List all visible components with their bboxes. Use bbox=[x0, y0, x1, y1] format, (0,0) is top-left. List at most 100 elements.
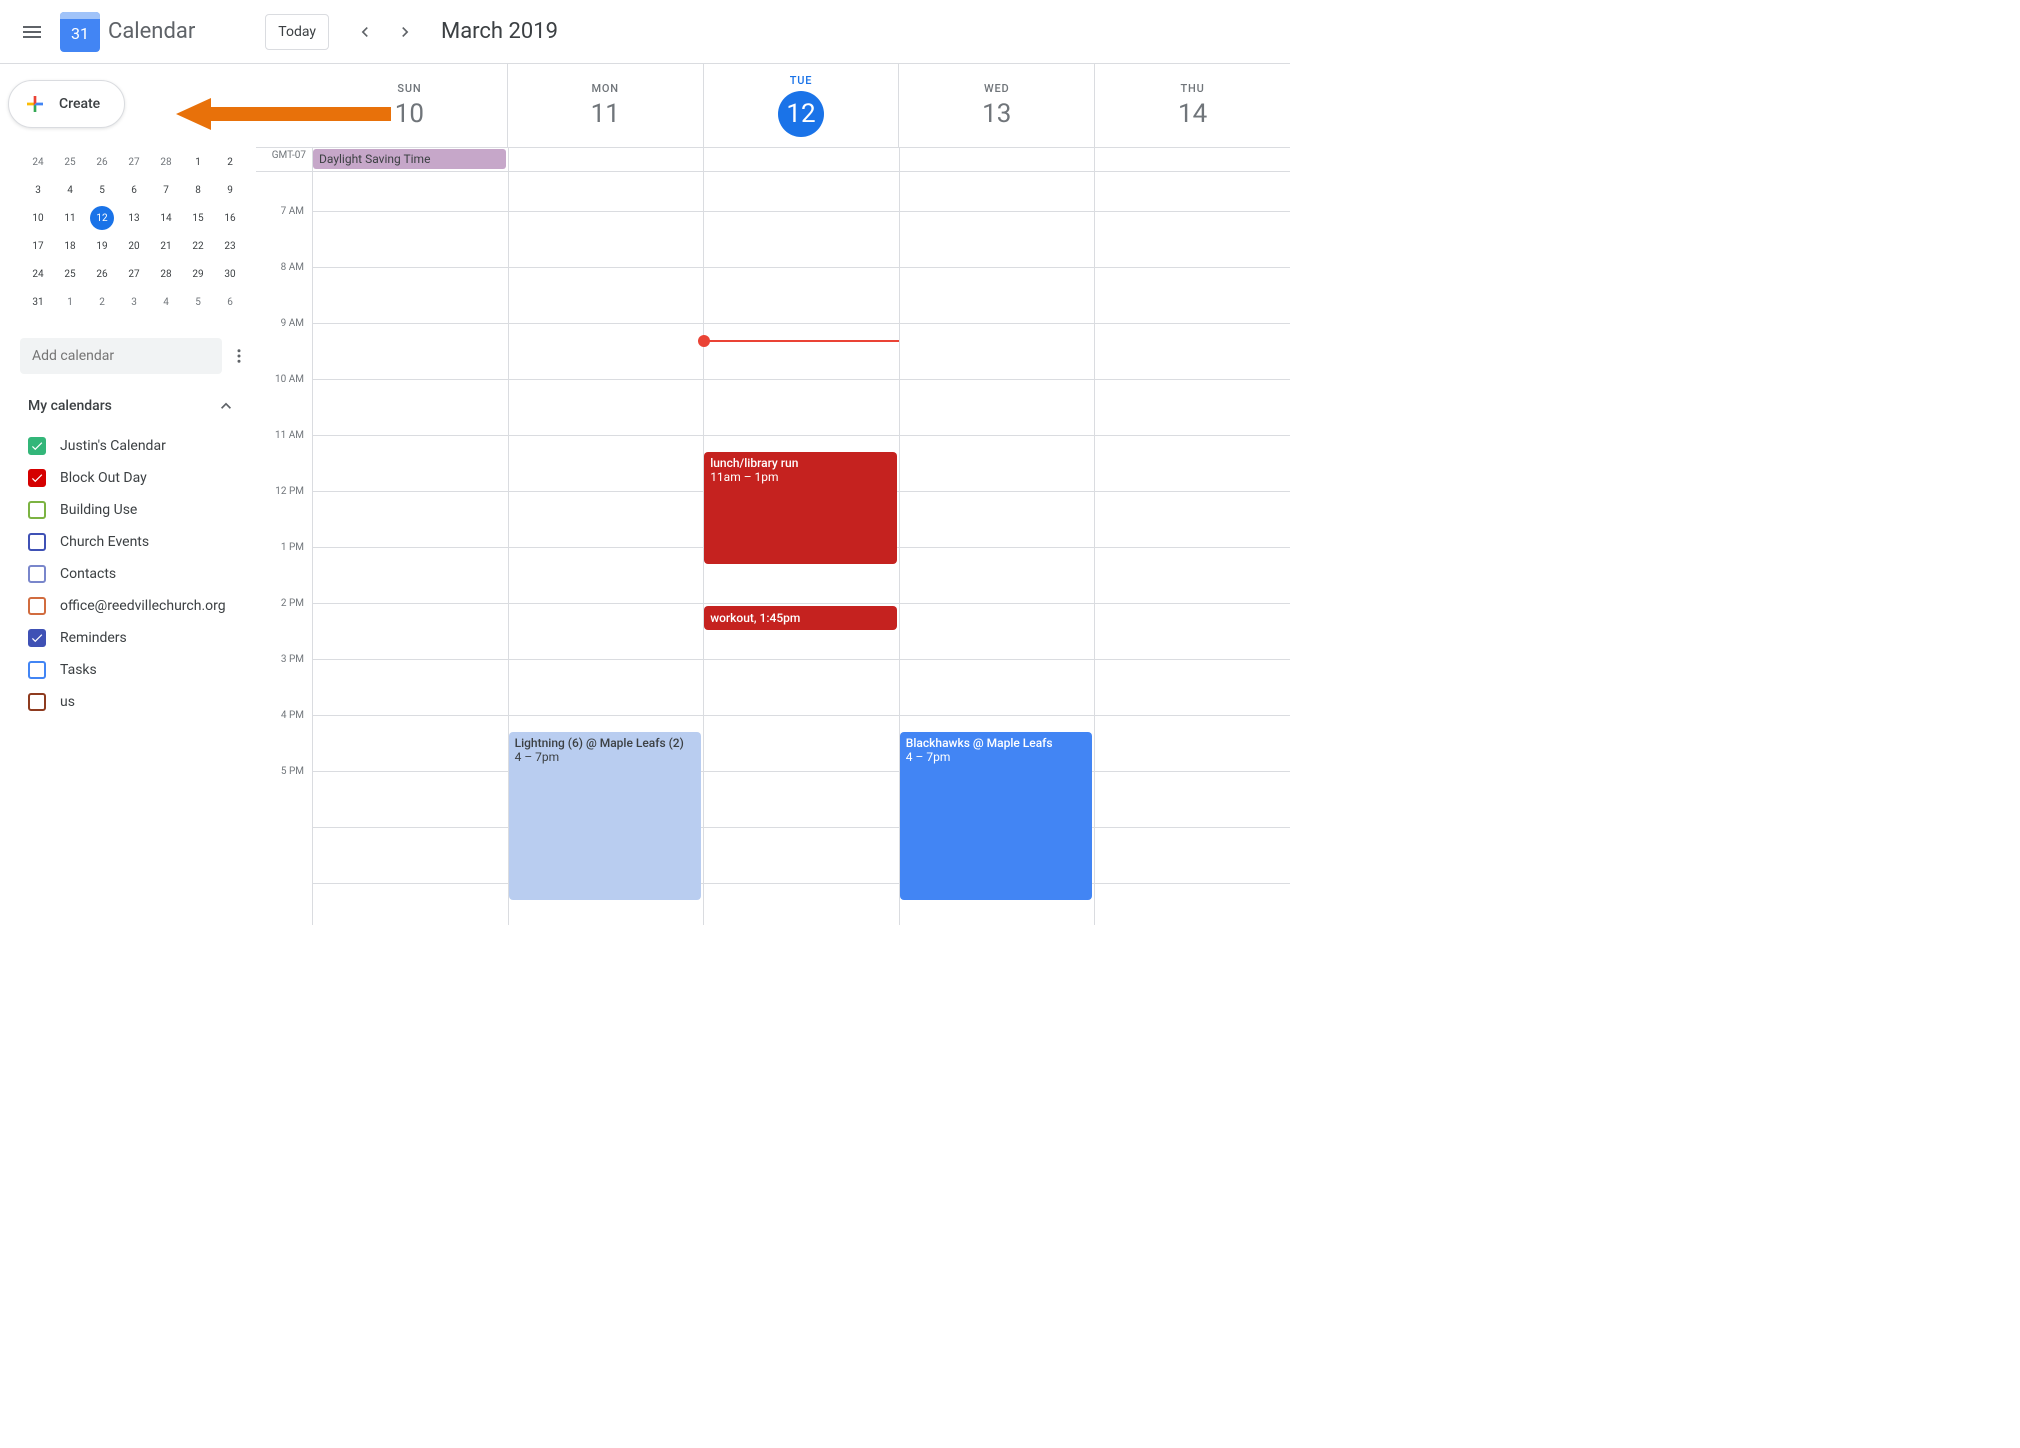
calendar-event[interactable]: Lightning (6) @ Maple Leafs (2)4 – 7pm bbox=[509, 732, 702, 900]
mini-calendar-day[interactable]: 25 bbox=[54, 148, 86, 176]
hour-label: 12 PM bbox=[256, 486, 312, 542]
add-calendar-more-button[interactable] bbox=[230, 344, 248, 368]
calendar-list-item[interactable]: Tasks bbox=[28, 654, 236, 686]
mini-calendar-day[interactable]: 17 bbox=[22, 232, 54, 260]
mini-calendar-day[interactable]: 14 bbox=[150, 204, 182, 232]
next-period-button[interactable] bbox=[389, 16, 421, 48]
mini-calendar-day[interactable]: 31 bbox=[22, 288, 54, 316]
mini-calendar-day[interactable]: 13 bbox=[118, 204, 150, 232]
calendar-checkbox[interactable] bbox=[28, 501, 46, 519]
calendar-event[interactable]: workout, 1:45pm bbox=[704, 606, 897, 630]
mini-calendar-day[interactable]: 1 bbox=[54, 288, 86, 316]
allday-cell[interactable] bbox=[508, 148, 704, 171]
calendar-checkbox[interactable] bbox=[28, 533, 46, 551]
mini-calendar-day[interactable]: 12 bbox=[90, 206, 114, 230]
mini-calendar-day[interactable]: 3 bbox=[118, 288, 150, 316]
day-name: TUE bbox=[790, 74, 813, 87]
calendar-list-item[interactable]: Building Use bbox=[28, 494, 236, 526]
calendar-event[interactable]: lunch/library run11am – 1pm bbox=[704, 452, 897, 564]
calendar-checkbox[interactable] bbox=[28, 661, 46, 679]
mini-calendar-day[interactable]: 3 bbox=[22, 176, 54, 204]
add-calendar-input[interactable] bbox=[20, 338, 222, 374]
calendar-checkbox[interactable] bbox=[28, 469, 46, 487]
day-column[interactable]: lunch/library run11am – 1pm workout, 1:45… bbox=[703, 172, 899, 925]
mini-calendar-day[interactable]: 28 bbox=[150, 148, 182, 176]
mini-calendar-day[interactable]: 28 bbox=[150, 260, 182, 288]
day-number: 10 bbox=[395, 99, 424, 129]
allday-cell[interactable] bbox=[1094, 148, 1290, 171]
mini-calendar[interactable]: 2425262728123456789101112131415161718192… bbox=[0, 148, 256, 326]
calendar-checkbox[interactable] bbox=[28, 693, 46, 711]
allday-cell[interactable] bbox=[703, 148, 899, 171]
day-column[interactable]: Lightning (6) @ Maple Leafs (2)4 – 7pm bbox=[508, 172, 704, 925]
mini-calendar-day[interactable]: 29 bbox=[182, 260, 214, 288]
mini-calendar-day[interactable]: 11 bbox=[54, 204, 86, 232]
allday-cell[interactable] bbox=[899, 148, 1095, 171]
calendar-checkbox[interactable] bbox=[28, 597, 46, 615]
hour-label: 9 AM bbox=[256, 318, 312, 374]
mini-calendar-day[interactable]: 2 bbox=[214, 148, 246, 176]
calendar-list-item[interactable]: office@reedvillechurch.org bbox=[28, 590, 236, 622]
today-button[interactable]: Today bbox=[265, 14, 329, 50]
calendar-event[interactable]: Blackhawks @ Maple Leafs4 – 7pm bbox=[900, 732, 1093, 900]
allday-cell[interactable]: Daylight Saving Time bbox=[312, 148, 508, 171]
mini-calendar-day[interactable]: 24 bbox=[22, 260, 54, 288]
mini-calendar-day[interactable]: 9 bbox=[214, 176, 246, 204]
day-column[interactable]: Blackhawks @ Maple Leafs4 – 7pm bbox=[899, 172, 1095, 925]
prev-period-button[interactable] bbox=[349, 16, 381, 48]
calendar-checkbox[interactable] bbox=[28, 437, 46, 455]
mini-calendar-day[interactable]: 6 bbox=[118, 176, 150, 204]
calendar-list-item[interactable]: Block Out Day bbox=[28, 462, 236, 494]
day-name: THU bbox=[1181, 82, 1205, 95]
mini-calendar-day[interactable]: 4 bbox=[54, 176, 86, 204]
mini-calendar-day[interactable]: 26 bbox=[86, 260, 118, 288]
mini-calendar-day[interactable]: 30 bbox=[214, 260, 246, 288]
mini-calendar-day[interactable]: 27 bbox=[118, 260, 150, 288]
create-button[interactable]: Create bbox=[8, 80, 125, 128]
day-header[interactable]: THU14 bbox=[1094, 64, 1290, 147]
mini-calendar-day[interactable]: 15 bbox=[182, 204, 214, 232]
day-header[interactable]: WED13 bbox=[898, 64, 1094, 147]
day-column[interactable] bbox=[1094, 172, 1290, 925]
mini-calendar-day[interactable]: 5 bbox=[182, 288, 214, 316]
mini-calendar-day[interactable]: 10 bbox=[22, 204, 54, 232]
hour-label: 7 AM bbox=[256, 206, 312, 262]
day-column[interactable] bbox=[312, 172, 508, 925]
hour-label: 3 PM bbox=[256, 654, 312, 710]
mini-calendar-day[interactable]: 21 bbox=[150, 232, 182, 260]
calendar-list-item[interactable]: Contacts bbox=[28, 558, 236, 590]
mini-calendar-day[interactable]: 23 bbox=[214, 232, 246, 260]
mini-calendar-day[interactable]: 2 bbox=[86, 288, 118, 316]
mini-calendar-day[interactable]: 20 bbox=[118, 232, 150, 260]
mini-calendar-day[interactable]: 25 bbox=[54, 260, 86, 288]
mini-calendar-day[interactable]: 26 bbox=[86, 148, 118, 176]
mini-calendar-day[interactable]: 5 bbox=[86, 176, 118, 204]
day-header[interactable]: TUE12 bbox=[703, 64, 899, 147]
calendar-list-item[interactable]: us bbox=[28, 686, 236, 718]
my-calendars-label: My calendars bbox=[28, 398, 112, 414]
mini-calendar-day[interactable]: 7 bbox=[150, 176, 182, 204]
allday-event[interactable]: Daylight Saving Time bbox=[313, 149, 506, 169]
event-title: lunch/library run bbox=[710, 456, 891, 470]
mini-calendar-day[interactable]: 24 bbox=[22, 148, 54, 176]
day-header[interactable]: MON11 bbox=[507, 64, 703, 147]
event-title: workout, 1:45pm bbox=[710, 611, 800, 625]
calendar-checkbox[interactable] bbox=[28, 565, 46, 583]
calendar-list-item[interactable]: Justin's Calendar bbox=[28, 430, 236, 462]
day-header[interactable]: SUN10 bbox=[312, 64, 507, 147]
calendar-list-item[interactable]: Reminders bbox=[28, 622, 236, 654]
mini-calendar-day[interactable]: 18 bbox=[54, 232, 86, 260]
my-calendars-toggle[interactable]: My calendars bbox=[28, 390, 236, 422]
mini-calendar-day[interactable]: 1 bbox=[182, 148, 214, 176]
mini-calendar-day[interactable]: 16 bbox=[214, 204, 246, 232]
calendar-checkbox[interactable] bbox=[28, 629, 46, 647]
mini-calendar-day[interactable]: 19 bbox=[86, 232, 118, 260]
main-menu-button[interactable] bbox=[8, 8, 56, 56]
mini-calendar-day[interactable]: 4 bbox=[150, 288, 182, 316]
mini-calendar-day[interactable]: 8 bbox=[182, 176, 214, 204]
calendar-list-item[interactable]: Church Events bbox=[28, 526, 236, 558]
mini-calendar-day[interactable]: 6 bbox=[214, 288, 246, 316]
mini-calendar-day[interactable]: 27 bbox=[118, 148, 150, 176]
add-calendar-row bbox=[12, 338, 244, 374]
mini-calendar-day[interactable]: 22 bbox=[182, 232, 214, 260]
